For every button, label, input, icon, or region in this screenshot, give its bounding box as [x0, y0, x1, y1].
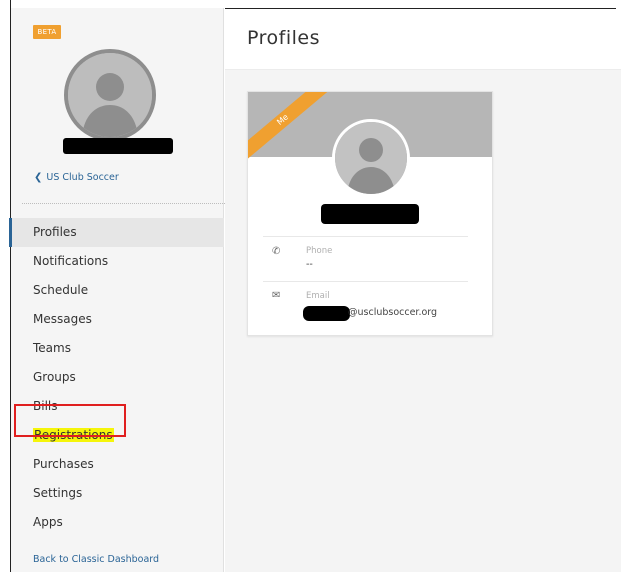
- sidebar-nav: Profiles Notifications Schedule Messages…: [9, 218, 224, 537]
- sidebar-item-apps[interactable]: Apps: [11, 508, 224, 537]
- page-header: Profiles: [225, 9, 621, 70]
- sidebar-item-profiles[interactable]: Profiles: [9, 218, 224, 247]
- phone-icon: ✆: [272, 246, 281, 257]
- back-to-classic-dashboard-link[interactable]: Back to Classic Dashboard: [33, 554, 159, 565]
- chevron-left-icon: ❮: [34, 172, 43, 183]
- card-divider: [263, 236, 468, 237]
- sidebar-item-label: Apps: [33, 515, 63, 529]
- redacted-user-name: [63, 138, 173, 154]
- page-title: Profiles: [247, 27, 320, 49]
- email-value[interactable]: @usclubsoccer.org: [348, 307, 437, 318]
- sidebar-item-label: Schedule: [33, 283, 89, 297]
- annotation-highlight-box: [14, 404, 126, 437]
- sidebar-item-notifications[interactable]: Notifications: [11, 247, 224, 276]
- sidebar-item-label: Purchases: [33, 457, 94, 471]
- phone-label: Phone: [306, 246, 333, 256]
- person-silhouette-icon: [68, 53, 152, 137]
- sidebar-item-label: Groups: [33, 370, 76, 384]
- sidebar-item-settings[interactable]: Settings: [11, 479, 224, 508]
- sidebar: BETA ❮ US Club Soccer Profiles Notificat…: [9, 8, 233, 572]
- sidebar-item-label: Profiles: [33, 225, 77, 239]
- back-to-org-link[interactable]: ❮ US Club Soccer: [34, 172, 119, 183]
- back-link-label: US Club Soccer: [46, 172, 119, 183]
- redacted-email-user: [303, 306, 350, 321]
- redacted-profile-name: [321, 204, 419, 224]
- app-window: BETA ❮ US Club Soccer Profiles Notificat…: [0, 0, 621, 572]
- email-label: Email: [306, 291, 330, 301]
- profile-avatar[interactable]: [332, 119, 410, 197]
- sidebar-item-teams[interactable]: Teams: [11, 334, 224, 363]
- user-avatar[interactable]: [64, 49, 156, 141]
- envelope-icon: ✉: [272, 290, 281, 301]
- beta-badge: BETA: [33, 25, 61, 39]
- sidebar-item-messages[interactable]: Messages: [11, 305, 224, 334]
- phone-value: --: [306, 259, 313, 270]
- sidebar-item-purchases[interactable]: Purchases: [11, 450, 224, 479]
- sidebar-item-groups[interactable]: Groups: [11, 363, 224, 392]
- sidebar-item-label: Settings: [33, 486, 83, 500]
- sidebar-item-label: Messages: [33, 312, 92, 326]
- person-silhouette-icon: [335, 122, 407, 194]
- sidebar-divider: [22, 203, 233, 204]
- sidebar-item-schedule[interactable]: Schedule: [11, 276, 224, 305]
- sidebar-item-label: Teams: [33, 341, 71, 355]
- card-divider: [263, 281, 468, 282]
- profile-card[interactable]: Me ✆ Phone -- ✉ Email @usclubsoccer.org: [247, 91, 493, 336]
- sidebar-item-label: Notifications: [33, 254, 109, 268]
